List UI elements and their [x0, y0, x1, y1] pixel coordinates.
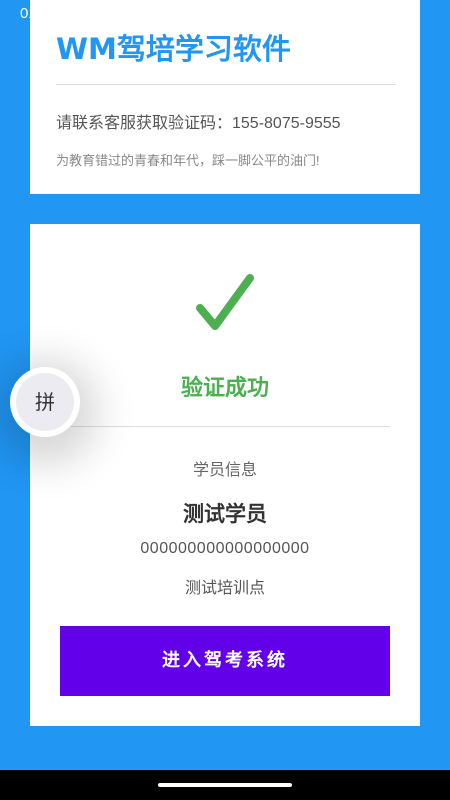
success-status: 验证成功 — [180, 376, 269, 401]
navigation-bar — [0, 770, 450, 800]
check-icon — [196, 274, 254, 330]
header-card: WM驾培学习软件 请联系客服获取验证码：155-8075-9555 为教育错过的… — [30, 0, 420, 194]
student-name: 测试学员 — [183, 502, 267, 526]
training-school: 测试培训点 — [184, 578, 265, 597]
ime-floating-button[interactable]: 拼 — [10, 367, 80, 437]
ime-pinyin-label: 拼 — [16, 373, 74, 431]
enter-exam-system-button[interactable]: 进入驾考系统 — [60, 626, 390, 696]
divider — [56, 84, 396, 85]
student-id: 000000000000000000 — [140, 540, 310, 557]
student-info-label: 学员信息 — [192, 460, 257, 479]
contact-info: 请联系客服获取验证码：155-8075-9555 — [56, 115, 341, 132]
app-title: WM驾培学习软件 — [56, 32, 291, 66]
divider — [60, 426, 390, 427]
slogan: 为教育错过的青春和年代，踩一脚公平的油门! — [56, 153, 320, 168]
home-indicator[interactable] — [158, 783, 292, 787]
verification-result-card: 验证成功 学员信息 测试学员 000000000000000000 测试培训点 … — [30, 224, 420, 726]
